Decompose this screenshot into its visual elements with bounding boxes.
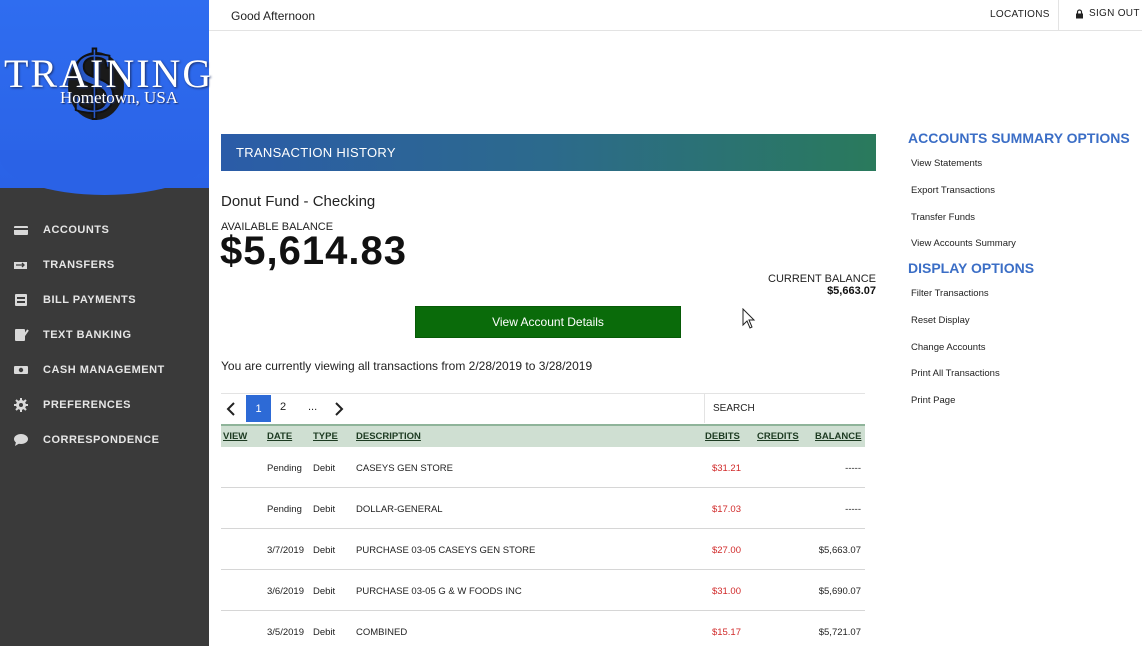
table-header: VIEW DATE TYPE DESCRIPTION DEBITS CREDIT… xyxy=(221,424,865,447)
column-date[interactable]: DATE xyxy=(267,431,292,442)
locations-link[interactable]: LOCATIONS xyxy=(990,9,1050,20)
greeting-text: Good Afternoon xyxy=(231,9,316,23)
sidebar-item-bill-payments[interactable]: BILL PAYMENTS xyxy=(0,282,209,317)
export-transactions-link[interactable]: Export Transactions xyxy=(911,185,995,196)
row-debit: $27.00 xyxy=(711,545,741,556)
section-header: TRANSACTION HISTORY xyxy=(221,134,876,171)
pagination-bar: 1 2 ... SEARCH xyxy=(221,393,865,423)
page-1-button[interactable]: 1 xyxy=(246,395,271,422)
row-description: PURCHASE 03-05 G & W FOODS INC xyxy=(356,586,522,597)
brand-header: $ $ TRAINING Hometown, USA xyxy=(0,0,211,195)
row-debit: $15.17 xyxy=(711,627,741,638)
current-balance-label: CURRENT BALANCE xyxy=(768,273,876,285)
section-title: TRANSACTION HISTORY xyxy=(236,145,396,160)
cash-management-icon xyxy=(12,363,30,377)
divider xyxy=(1058,0,1059,31)
column-credits[interactable]: CREDITS xyxy=(757,431,799,442)
sign-out-label: SIGN OUT xyxy=(1089,8,1140,19)
table-row[interactable]: 3/7/2019 Debit PURCHASE 03-05 CASEYS GEN… xyxy=(221,529,865,570)
text-banking-icon xyxy=(12,328,30,342)
row-type: Debit xyxy=(313,586,336,597)
view-accounts-summary-link[interactable]: View Accounts Summary xyxy=(911,238,1016,249)
row-debit: $31.00 xyxy=(711,586,741,597)
chevron-right-icon[interactable] xyxy=(331,399,347,419)
accounts-summary-options-heading: ACCOUNTS SUMMARY OPTIONS xyxy=(908,130,1130,146)
row-balance: ----- xyxy=(845,463,861,474)
sidebar-nav: ACCOUNTS TRANSFERS BILL PAYMENTS TEXT BA… xyxy=(0,212,209,457)
row-description: COMBINED xyxy=(356,627,408,638)
sidebar-item-label: ACCOUNTS xyxy=(43,223,110,236)
row-date: 3/6/2019 xyxy=(267,586,304,597)
page-more-button[interactable]: ... xyxy=(308,401,317,413)
accounts-icon xyxy=(12,223,30,237)
sidebar-item-accounts[interactable]: ACCOUNTS xyxy=(0,212,209,247)
sidebar-item-label: PREFERENCES xyxy=(43,398,132,411)
filter-transactions-link[interactable]: Filter Transactions xyxy=(911,288,989,299)
brand-subtitle: Hometown, USA xyxy=(60,88,179,107)
gear-icon xyxy=(12,397,30,412)
current-balance-amount: $5,663.07 xyxy=(827,285,876,297)
sidebar: $ $ TRAINING Hometown, USA ACCOUNTS TRAN… xyxy=(0,0,211,646)
row-description: DOLLAR-GENERAL xyxy=(356,504,443,515)
mouse-pointer-icon xyxy=(742,308,756,329)
sidebar-item-label: TEXT BANKING xyxy=(43,328,132,341)
column-description[interactable]: DESCRIPTION xyxy=(356,431,421,442)
sidebar-item-cash-management[interactable]: CASH MANAGEMENT xyxy=(0,352,209,387)
row-balance: $5,721.07 xyxy=(818,627,861,638)
transfer-funds-link[interactable]: Transfer Funds xyxy=(911,212,975,223)
column-view[interactable]: VIEW xyxy=(223,431,247,442)
column-type[interactable]: TYPE xyxy=(313,431,338,442)
row-date: 3/5/2019 xyxy=(267,627,304,638)
row-date: Pending xyxy=(267,463,302,474)
change-accounts-link[interactable]: Change Accounts xyxy=(911,342,985,353)
chevron-left-icon[interactable] xyxy=(223,399,239,419)
sidebar-item-transfers[interactable]: TRANSFERS xyxy=(0,247,209,282)
table-row[interactable]: 3/6/2019 Debit PURCHASE 03-05 G & W FOOD… xyxy=(221,570,865,611)
top-bar: Good Afternoon LOCATIONS SIGN OUT xyxy=(209,0,1142,31)
sidebar-item-label: BILL PAYMENTS xyxy=(43,293,137,306)
view-account-details-button[interactable]: View Account Details xyxy=(415,306,681,338)
row-description: CASEYS GEN STORE xyxy=(356,463,453,474)
column-balance[interactable]: BALANCE xyxy=(815,431,861,442)
display-options-heading: DISPLAY OPTIONS xyxy=(908,260,1035,276)
sidebar-item-label: CASH MANAGEMENT xyxy=(43,363,165,376)
row-type: Debit xyxy=(313,545,336,556)
date-range-text: You are currently viewing all transactio… xyxy=(221,359,593,373)
lock-icon xyxy=(1076,8,1083,18)
transfers-icon xyxy=(12,258,30,272)
sidebar-item-text-banking[interactable]: TEXT BANKING xyxy=(0,317,209,352)
print-page-link[interactable]: Print Page xyxy=(911,395,955,406)
sign-out-link[interactable]: SIGN OUT xyxy=(1075,8,1140,19)
row-date: Pending xyxy=(267,504,302,515)
row-balance: $5,663.07 xyxy=(818,545,861,556)
search-input[interactable]: SEARCH xyxy=(704,394,865,423)
row-balance: ----- xyxy=(845,504,861,515)
sidebar-item-preferences[interactable]: PREFERENCES xyxy=(0,387,209,422)
sidebar-item-correspondence[interactable]: CORRESPONDENCE xyxy=(0,422,209,457)
print-all-transactions-link[interactable]: Print All Transactions xyxy=(911,368,1000,379)
row-type: Debit xyxy=(313,504,336,515)
account-name: Donut Fund - Checking xyxy=(221,193,376,210)
view-statements-link[interactable]: View Statements xyxy=(911,158,982,169)
reset-display-link[interactable]: Reset Display xyxy=(911,315,970,326)
sidebar-item-label: CORRESPONDENCE xyxy=(43,433,160,446)
available-balance-amount: $5,614.83 xyxy=(220,229,407,273)
bill-payments-icon xyxy=(12,293,30,307)
row-type: Debit xyxy=(313,627,336,638)
row-debit: $31.21 xyxy=(711,463,741,474)
row-debit: $17.03 xyxy=(711,504,741,515)
row-date: 3/7/2019 xyxy=(267,545,304,556)
row-description: PURCHASE 03-05 CASEYS GEN STORE xyxy=(356,545,536,556)
row-type: Debit xyxy=(313,463,336,474)
page-2-button[interactable]: 2 xyxy=(280,401,286,413)
chat-bubble-icon xyxy=(12,433,30,447)
row-balance: $5,690.07 xyxy=(818,586,861,597)
column-debits[interactable]: DEBITS xyxy=(705,431,740,442)
table-row[interactable]: Pending Debit CASEYS GEN STORE $31.21 --… xyxy=(221,447,865,488)
table-row[interactable]: Pending Debit DOLLAR-GENERAL $17.03 ----… xyxy=(221,488,865,529)
sidebar-item-label: TRANSFERS xyxy=(43,258,115,271)
